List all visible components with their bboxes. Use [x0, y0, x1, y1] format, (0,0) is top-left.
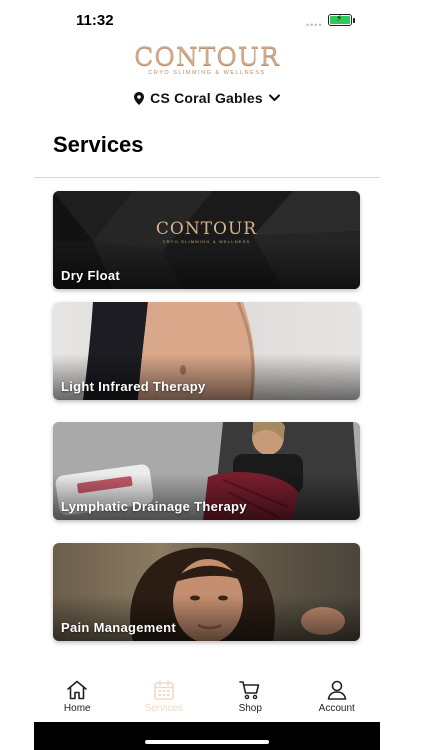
- tab-label: Services: [144, 703, 183, 714]
- page-title: Services: [53, 132, 144, 157]
- service-card-light-infrared-therapy[interactable]: Light Infrared Therapy: [53, 302, 360, 400]
- card-brand-logo: CONTOUR CRYO SLIMMING & WELLNESS: [53, 219, 360, 244]
- battery-fill: ⚡: [330, 13, 350, 24]
- service-label: Dry Float: [61, 268, 121, 283]
- status-bar: 11:32 •••• ⚡: [34, 0, 380, 40]
- map-pin-icon: [134, 91, 145, 105]
- logo-tagline: CRYO SLIMMING & WELLNESS: [148, 70, 266, 76]
- bottom-tab-bar: Home Services Shop Account: [34, 668, 380, 722]
- location-selector[interactable]: CS Coral Gables: [34, 90, 380, 106]
- service-card-dry-float[interactable]: CONTOUR CRYO SLIMMING & WELLNESS Dry Flo…: [53, 191, 360, 289]
- tab-label: Home: [63, 703, 91, 714]
- location-label: CS Coral Gables: [150, 90, 263, 106]
- user-icon: [327, 680, 347, 700]
- card-logo-tagline: CRYO SLIMMING & WELLNESS: [162, 239, 251, 244]
- logo-wordmark: CONTOUR: [134, 42, 280, 71]
- battery-tip: [353, 18, 355, 23]
- brand-logo: CONTOUR CRYO SLIMMING & WELLNESS: [34, 42, 380, 76]
- service-label: Pain Management: [61, 620, 177, 635]
- tab-account[interactable]: Account: [294, 668, 381, 722]
- card-logo-wordmark: CONTOUR: [155, 219, 258, 239]
- tab-shop[interactable]: Shop: [207, 668, 294, 722]
- home-icon: [67, 680, 88, 700]
- battery-icon: ⚡: [328, 13, 352, 26]
- service-label: Lymphatic Drainage Therapy: [61, 499, 247, 514]
- app-screen: 11:32 •••• ⚡ CONTOUR CRYO SLIMMING & WEL…: [34, 0, 380, 750]
- tab-label: Account: [318, 703, 355, 714]
- status-time: 11:32: [76, 12, 114, 29]
- home-indicator[interactable]: [145, 740, 269, 744]
- tab-home[interactable]: Home: [34, 668, 121, 722]
- charging-bolt-icon: ⚡: [336, 13, 343, 23]
- service-label: Light Infrared Therapy: [61, 379, 206, 394]
- tab-services[interactable]: Services: [121, 668, 208, 722]
- tab-label: Shop: [238, 703, 262, 714]
- service-card-lymphatic-drainage-therapy[interactable]: Lymphatic Drainage Therapy: [53, 422, 360, 520]
- service-card-pain-management[interactable]: Pain Management: [53, 543, 360, 641]
- chevron-down-icon: [268, 94, 280, 101]
- header-divider: [34, 177, 380, 178]
- home-indicator-area: [34, 722, 380, 750]
- signal-icon: ••••: [306, 20, 323, 30]
- calendar-icon: [153, 680, 174, 700]
- cart-icon: [239, 681, 260, 700]
